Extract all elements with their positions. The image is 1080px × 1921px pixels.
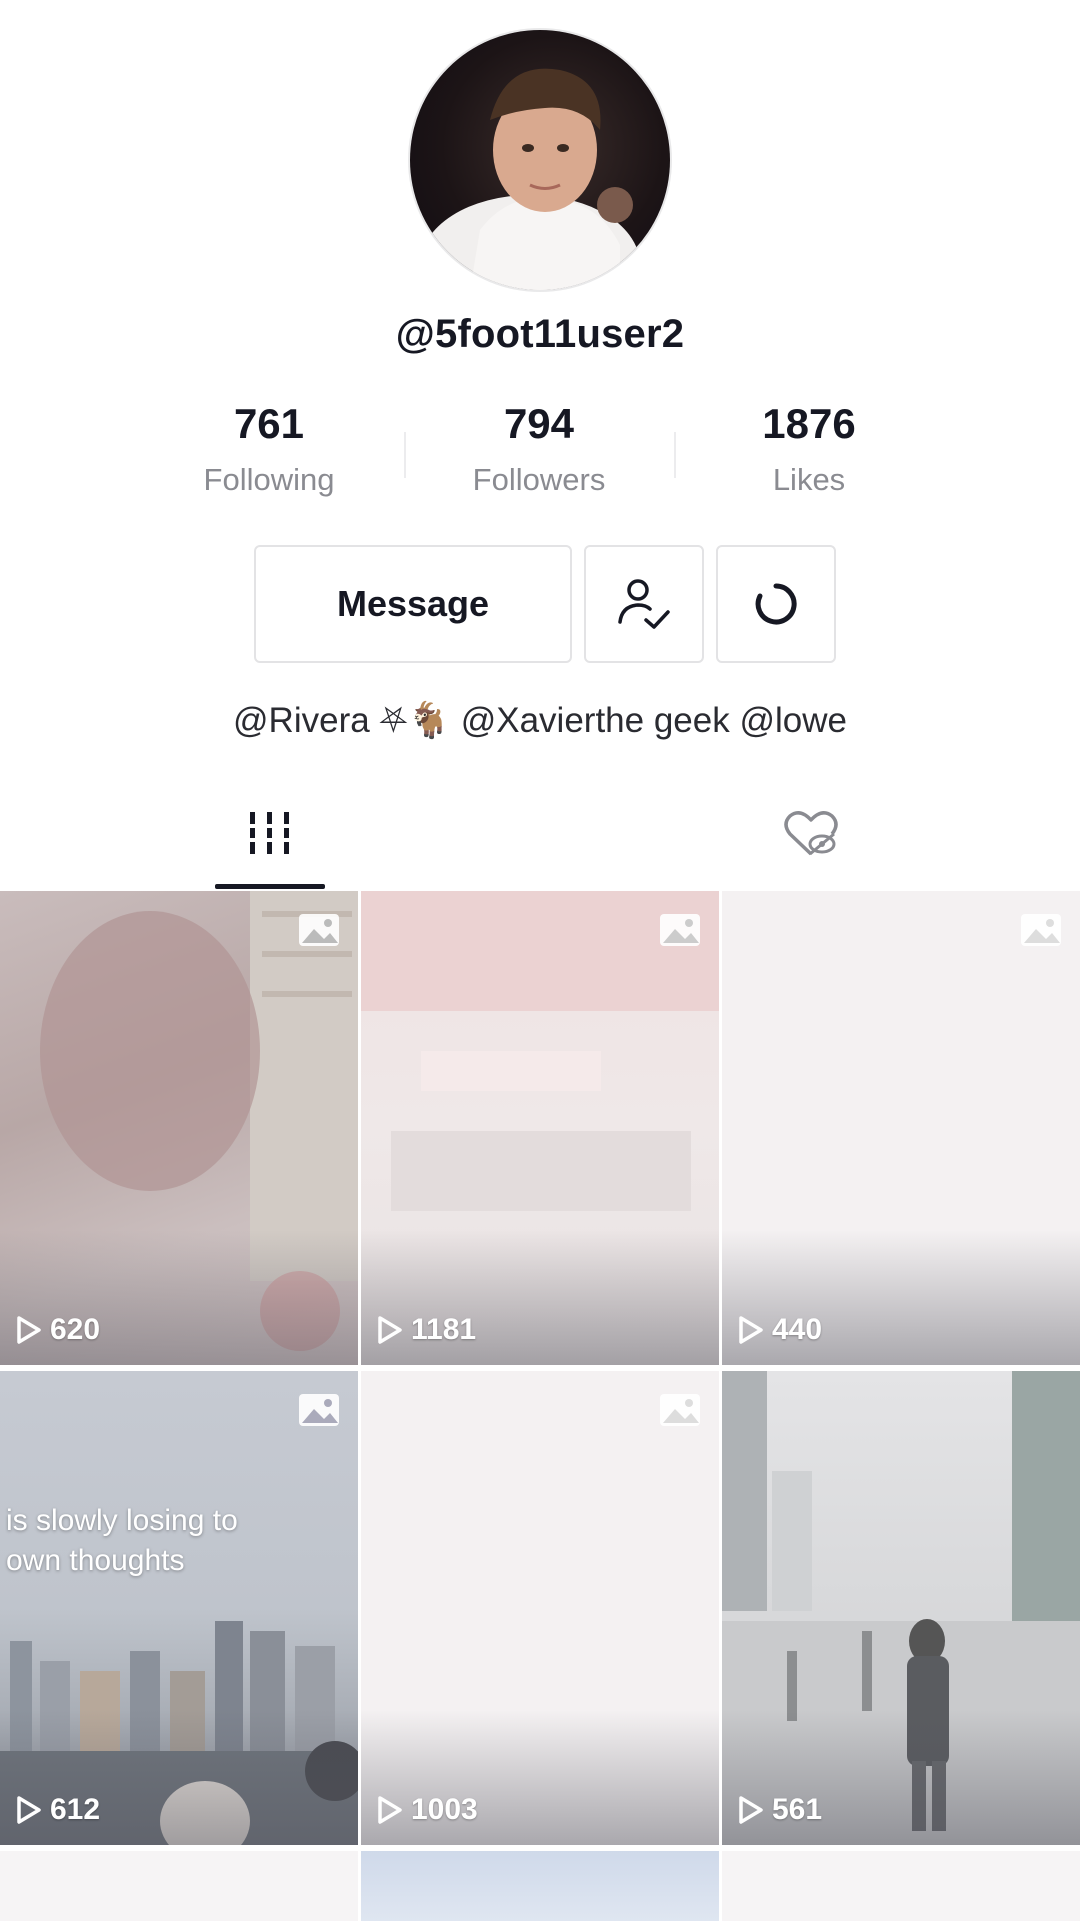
photo-icon — [659, 913, 701, 952]
play-icon — [17, 1796, 41, 1824]
tab-selected-indicator — [215, 884, 325, 889]
tab-liked-hidden[interactable] — [782, 808, 840, 865]
refresh-button[interactable] — [716, 545, 836, 663]
stat-followers-value: 794 — [503, 400, 575, 447]
view-count-value: 1181 — [411, 1313, 477, 1346]
play-icon — [739, 1316, 763, 1344]
stat-followers-label: Followers — [472, 462, 606, 497]
stat-likes-value: 1876 — [762, 400, 856, 447]
profile-username: @5foot11user2 — [395, 312, 685, 356]
stat-followers[interactable]: 794 Followers — [404, 400, 674, 498]
video-tile[interactable]: 440 — [722, 891, 1080, 1365]
stat-likes[interactable]: 1876 Likes — [674, 400, 944, 498]
view-count: 561 — [738, 1793, 822, 1827]
video-tile[interactable]: is slowly losing to own thoughts 612 — [0, 1371, 358, 1845]
play-icon — [739, 1796, 763, 1824]
view-count-value: 440 — [772, 1313, 823, 1346]
user-check-icon — [618, 579, 670, 629]
video-tile[interactable] — [361, 1851, 719, 1921]
stat-likes-label: Likes — [772, 462, 846, 497]
video-tile[interactable]: 620 — [0, 891, 358, 1365]
view-count: 612 — [16, 1793, 100, 1827]
stat-following[interactable]: 761 Following — [134, 400, 404, 498]
view-count-value: 612 — [50, 1793, 101, 1826]
stat-following-value: 761 — [233, 400, 305, 447]
stat-following-label: Following — [203, 462, 335, 497]
play-icon — [17, 1316, 41, 1344]
view-count: 620 — [16, 1313, 100, 1347]
video-tile[interactable] — [0, 1851, 358, 1921]
play-icon — [378, 1316, 402, 1344]
message-button[interactable]: Message — [254, 545, 572, 663]
photo-icon — [1020, 913, 1062, 952]
view-count-value: 1003 — [411, 1793, 478, 1826]
video-tile[interactable]: 1181 — [361, 891, 719, 1365]
liked-hidden-icon — [784, 811, 838, 856]
profile-avatar[interactable] — [410, 30, 670, 290]
play-icon — [378, 1796, 402, 1824]
view-count: 1181 — [377, 1313, 476, 1347]
video-tile[interactable] — [722, 1851, 1080, 1921]
profile-tabs — [0, 790, 1080, 890]
view-count: 440 — [738, 1313, 822, 1347]
videos-grid-icon — [250, 812, 289, 854]
tile-caption: is slowly losing to own thoughts — [6, 1504, 238, 1577]
view-count: 1003 — [377, 1793, 478, 1827]
profile-bio: @Rivera ⛧🐐 @Xavierthe geek @lowe — [233, 701, 847, 740]
photo-icon — [298, 913, 340, 952]
photo-icon — [659, 1393, 701, 1432]
refresh-icon — [755, 583, 797, 625]
avatar-photo — [420, 68, 640, 290]
view-count-value: 561 — [772, 1793, 823, 1826]
tab-videos[interactable] — [248, 808, 292, 863]
video-tile[interactable]: 561 — [722, 1371, 1080, 1845]
photo-icon — [298, 1393, 340, 1432]
view-count-value: 620 — [50, 1313, 101, 1346]
video-tile[interactable]: 1003 — [361, 1371, 719, 1845]
friends-button[interactable] — [584, 545, 704, 663]
